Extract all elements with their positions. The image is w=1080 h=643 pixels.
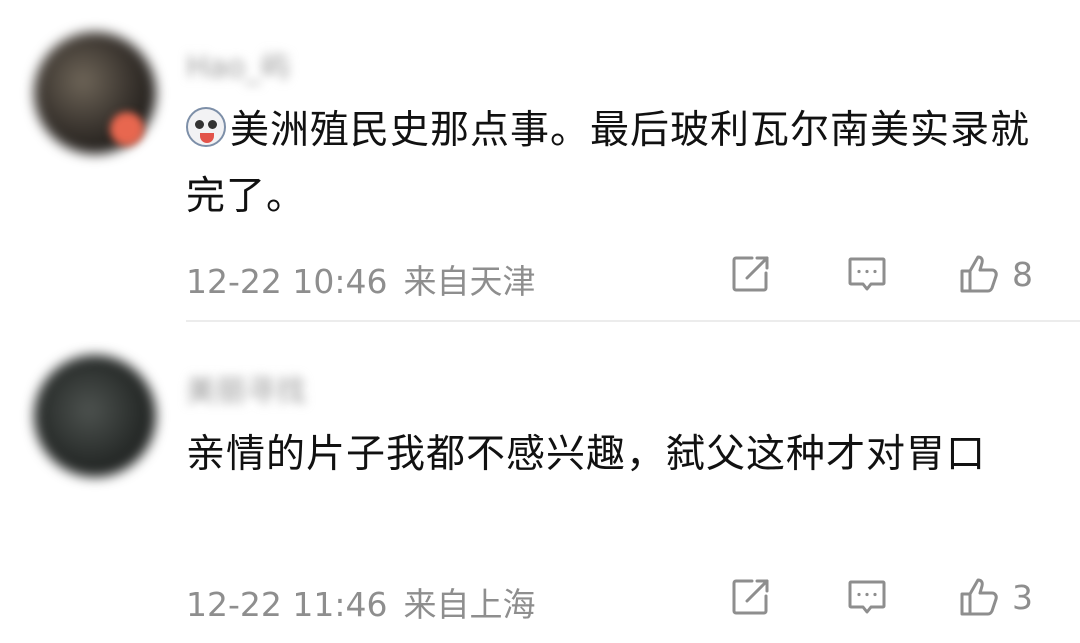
- like-count: 8: [1012, 254, 1033, 294]
- husky-face-emoji-icon: [186, 107, 226, 147]
- like-button[interactable]: 3: [958, 575, 1033, 619]
- comment-location: 来自天津: [403, 262, 536, 301]
- like-button[interactable]: 8: [958, 252, 1033, 296]
- reply-button[interactable]: [846, 575, 888, 619]
- comment-time: 12-22 10:46: [186, 262, 388, 301]
- reply-button[interactable]: [846, 252, 888, 296]
- comment-divider: [186, 320, 1080, 322]
- share-icon: [732, 256, 769, 292]
- username[interactable]: 美丽寻找: [186, 366, 306, 409]
- like-count: 3: [1012, 577, 1033, 617]
- comment-time: 12-22 11:46: [186, 585, 388, 624]
- comment-text: 亲情的片子我都不感兴趣，弑父这种才对胃口: [186, 432, 987, 477]
- share-button[interactable]: [730, 575, 772, 619]
- comment-meta: 12-22 10:46 来自天津: [186, 255, 535, 303]
- share-button[interactable]: [730, 252, 772, 296]
- comment-actions: 8: [730, 252, 1050, 296]
- share-icon: [732, 579, 769, 615]
- comment-icon: [848, 580, 886, 614]
- comment-text: 美洲殖民史那点事。最后玻利瓦尔南美实录就完了。: [186, 107, 1031, 219]
- thumbs-up-icon: [960, 578, 998, 616]
- avatar[interactable]: [34, 355, 156, 477]
- comment-meta: 12-22 11:46 来自上海: [186, 578, 535, 626]
- thumbs-up-icon: [960, 255, 998, 293]
- comment-actions: 3: [730, 575, 1050, 619]
- username[interactable]: Hao_屿: [186, 42, 290, 85]
- comment-location: 来自上海: [403, 585, 536, 624]
- vip-badge-icon: [110, 112, 144, 146]
- comment-icon: [848, 257, 886, 291]
